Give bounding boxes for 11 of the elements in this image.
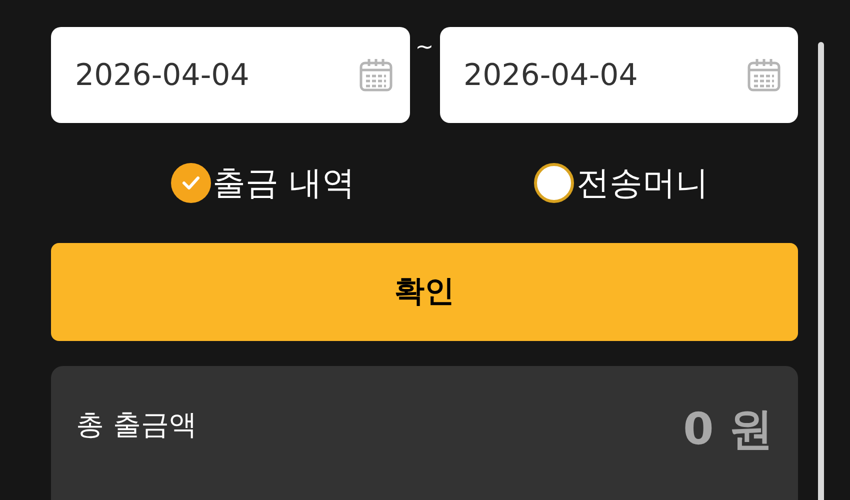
- calendar-icon: [746, 57, 782, 93]
- radio-option[interactable]: 출금 내역: [170, 158, 356, 208]
- confirm-button[interactable]: 확인: [51, 243, 798, 341]
- range-separator: ~: [414, 37, 435, 59]
- radio-option[interactable]: 전송머니: [534, 158, 708, 208]
- summary-amount: 0 원: [683, 408, 773, 452]
- scrollbar[interactable]: [818, 42, 824, 500]
- summary-label: 총 출금액: [76, 406, 197, 443]
- calendar-icon: [358, 57, 394, 93]
- date-field[interactable]: 2026-04-04: [440, 27, 798, 123]
- date-field[interactable]: 2026-04-04: [51, 27, 410, 123]
